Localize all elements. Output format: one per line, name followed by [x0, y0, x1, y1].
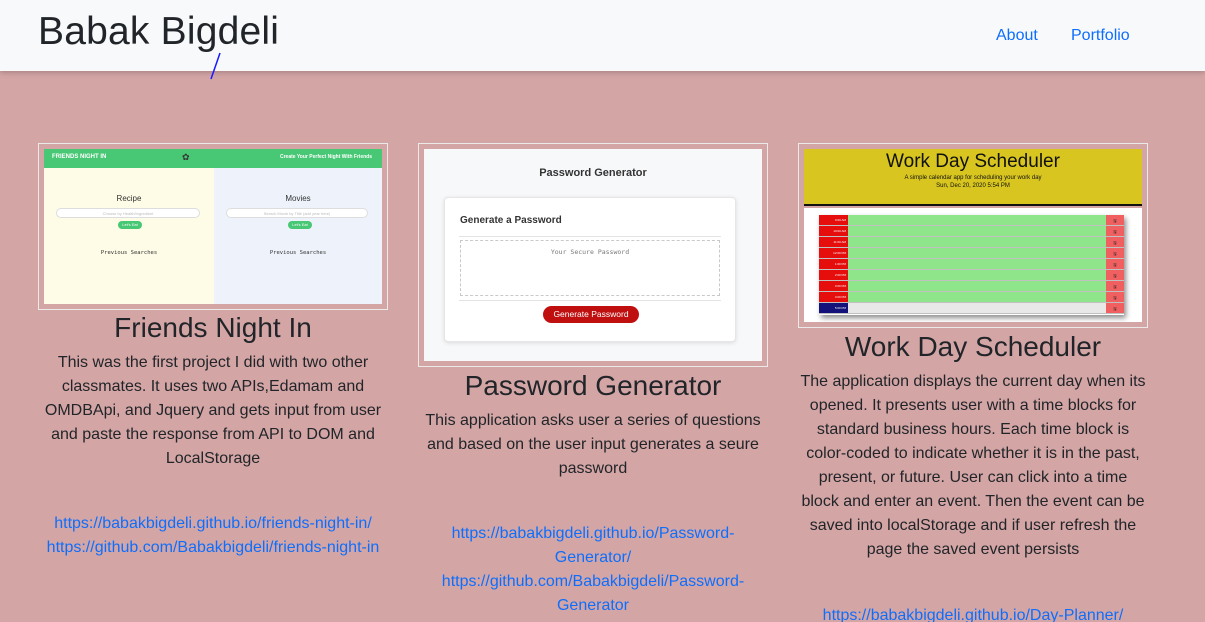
save-icon: 🖫 [1106, 215, 1124, 225]
generator-card: Generate a Password Your Secure Password… [444, 197, 736, 342]
save-icon: 🖫 [1106, 303, 1124, 313]
save-icon: 🖫 [1106, 248, 1124, 258]
hour-label: 2:00 PM [819, 270, 848, 280]
scheduler-header: Work Day Scheduler A simple calendar app… [804, 149, 1142, 206]
event-textarea [848, 237, 1106, 247]
event-textarea [848, 215, 1106, 225]
hour-label: 5:00 PM [819, 303, 848, 313]
project-thumbnail-friends-night-in[interactable]: FRIENDS NIGHT IN ✿ Create Your Perfect N… [38, 143, 388, 310]
time-block-row: 11:00 AM 🖫 [819, 237, 1124, 248]
event-textarea [848, 292, 1106, 302]
friends-night-in-screenshot: FRIENDS NIGHT IN ✿ Create Your Perfect N… [44, 149, 382, 304]
card-title: Generate a Password [460, 215, 562, 226]
nav-link-portfolio[interactable]: Portfolio [1071, 27, 1130, 45]
hour-label: 3:00 PM [819, 281, 848, 291]
app-tagline: Create Your Perfect Night With Friends [279, 154, 372, 160]
nav-link-about[interactable]: About [996, 27, 1038, 45]
project-live-link[interactable]: https://babakbigdeli.github.io/friends-n… [38, 512, 388, 536]
time-block-row: 3:00 PM 🖫 [819, 281, 1124, 292]
divider [459, 236, 721, 237]
save-icon: 🖫 [1106, 281, 1124, 291]
app-name: FRIENDS NIGHT IN [52, 154, 107, 160]
movies-panel: Movies Search Movie by Title (add year h… [214, 168, 382, 304]
generate-password-button: Generate Password [543, 306, 639, 323]
popcorn-icon: ✿ [182, 152, 190, 162]
project-repo-link[interactable]: https://github.com/Babakbigdeli/friends-… [38, 536, 388, 560]
project-thumbnail-password-generator[interactable]: Password Generator Generate a Password Y… [418, 143, 768, 367]
hour-label: 12:00 PM [819, 248, 848, 258]
recipe-previous-searches: Previous Searches [100, 250, 158, 256]
navbar: Babak Bigdeli About Portfolio [0, 0, 1205, 71]
project-title: Work Day Scheduler [844, 331, 1102, 362]
project-description: This application asks user a series of q… [425, 412, 761, 477]
time-block-table: 9:00 AM 🖫 10:00 AM 🖫 11:00 AM 🖫 12:00 PM 🖫 1:00 … [819, 215, 1124, 315]
app-heading: Password Generator [539, 167, 647, 179]
time-block-row: 9:00 AM 🖫 [819, 215, 1124, 226]
movies-previous-searches: Previous Searches [269, 250, 327, 256]
project-title: Password Generator [464, 370, 722, 401]
save-icon: 🖫 [1106, 292, 1124, 302]
time-block-row: 12:00 PM 🖫 [819, 248, 1124, 259]
app-header-bar: FRIENDS NIGHT IN ✿ Create Your Perfect N… [44, 149, 382, 168]
scheduler-tagline: A simple calendar app for scheduling you… [904, 175, 1042, 181]
recipe-search-button: Let's Eat [118, 221, 142, 229]
time-block-row: 5:00 PM 🖫 [819, 303, 1124, 314]
time-block-row: 1:00 PM 🖫 [819, 259, 1124, 270]
scheduler-subtitle: A simple calendar app for scheduling you… [804, 174, 1142, 190]
save-icon: 🖫 [1106, 270, 1124, 280]
work-day-scheduler-screenshot: Work Day Scheduler A simple calendar app… [804, 149, 1142, 322]
project-live-link[interactable]: https://babakbigdeli.github.io/Password-… [428, 522, 758, 570]
hour-label: 10:00 AM [819, 226, 848, 236]
password-textarea: Your Secure Password [460, 240, 720, 296]
event-textarea [848, 259, 1106, 269]
time-block-row: 2:00 PM 🖫 [819, 270, 1124, 281]
project-thumbnail-work-day-scheduler[interactable]: Work Day Scheduler A simple calendar app… [798, 143, 1148, 328]
time-block-row: 4:00 PM 🖫 [819, 292, 1124, 303]
event-textarea [848, 226, 1106, 236]
brand-title[interactable]: Babak Bigdeli [38, 10, 279, 54]
hour-label: 9:00 AM [819, 215, 848, 225]
recipe-heading: Recipe [116, 194, 142, 203]
project-description: The application displays the current day… [800, 373, 1146, 558]
time-block-row: 10:00 AM 🖫 [819, 226, 1124, 237]
recipe-search-input: Choose by Health/Ingredient [56, 208, 200, 218]
recipe-panel: Recipe Choose by Health/Ingredient Let's… [44, 168, 214, 304]
hour-label: 4:00 PM [819, 292, 848, 302]
scheduler-title: Work Day Scheduler [886, 151, 1060, 172]
save-icon: 🖫 [1106, 237, 1124, 247]
scheduler-body: 9:00 AM 🖫 10:00 AM 🖫 11:00 AM 🖫 12:00 PM 🖫 1:00 … [804, 208, 1142, 322]
hour-label: 1:00 PM [819, 259, 848, 269]
current-date: Sun, Dec 20, 2020 5:54 PM [936, 183, 1010, 189]
event-textarea [848, 248, 1106, 258]
save-icon: 🖫 [1106, 226, 1124, 236]
movies-search-button: Let's Eat [288, 221, 312, 229]
save-icon: 🖫 [1106, 259, 1124, 269]
project-repo-link[interactable]: https://github.com/Babakbigdeli/Password… [428, 570, 758, 618]
hour-label: 11:00 AM [819, 237, 848, 247]
event-textarea [848, 270, 1106, 280]
movies-heading: Movies [285, 194, 311, 203]
project-links: https://babakbigdeli.github.io/Password-… [428, 522, 758, 618]
text-cursor-icon [210, 52, 221, 80]
password-generator-screenshot: Password Generator Generate a Password Y… [424, 149, 762, 361]
event-textarea [848, 303, 1106, 313]
event-textarea [848, 281, 1106, 291]
project-links: https://babakbigdeli.github.io/Day-Plann… [798, 604, 1148, 622]
project-description: This was the first project I did with tw… [44, 354, 382, 467]
project-title: Friends Night In [114, 312, 312, 343]
movies-search-input: Search Movie by Title (add year here) [226, 208, 368, 218]
project-links: https://babakbigdeli.github.io/friends-n… [38, 512, 388, 560]
divider [459, 300, 721, 301]
project-live-link[interactable]: https://babakbigdeli.github.io/Day-Plann… [798, 604, 1148, 622]
